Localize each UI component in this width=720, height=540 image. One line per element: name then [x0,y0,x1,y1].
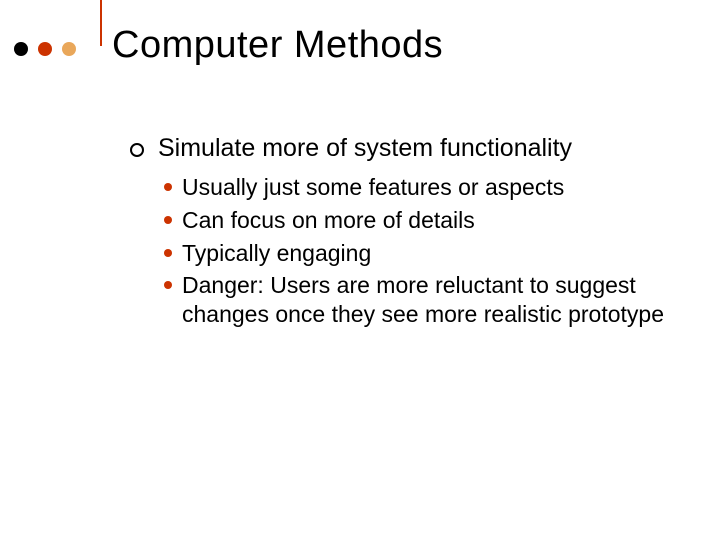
dot-icon [14,42,28,56]
dot-icon [62,42,76,56]
filled-circle-icon [164,216,172,224]
bullet-level2: Can focus on more of details [164,206,690,235]
bullet-level2: Typically engaging [164,239,690,268]
vertical-rule [100,0,102,46]
slide: Computer Methods Simulate more of system… [0,0,720,540]
bullet-level2-text: Can focus on more of details [182,206,690,235]
bullet-level2-text: Typically engaging [182,239,690,268]
slide-title: Computer Methods [112,24,443,67]
bullet-level1: Simulate more of system functionality [130,134,690,163]
sub-bullet-list: Usually just some features or aspects Ca… [164,173,690,329]
decor-dots [14,42,86,56]
slide-body: Simulate more of system functionality Us… [130,134,690,333]
bullet-level2: Usually just some features or aspects [164,173,690,202]
filled-circle-icon [164,183,172,191]
hollow-circle-icon [130,143,144,157]
bullet-level2-text: Usually just some features or aspects [182,173,690,202]
bullet-level2-text: Danger: Users are more reluctant to sugg… [182,271,690,329]
filled-circle-icon [164,281,172,289]
dot-icon [38,42,52,56]
bullet-level2: Danger: Users are more reluctant to sugg… [164,271,690,329]
filled-circle-icon [164,249,172,257]
bullet-level1-text: Simulate more of system functionality [158,134,572,163]
